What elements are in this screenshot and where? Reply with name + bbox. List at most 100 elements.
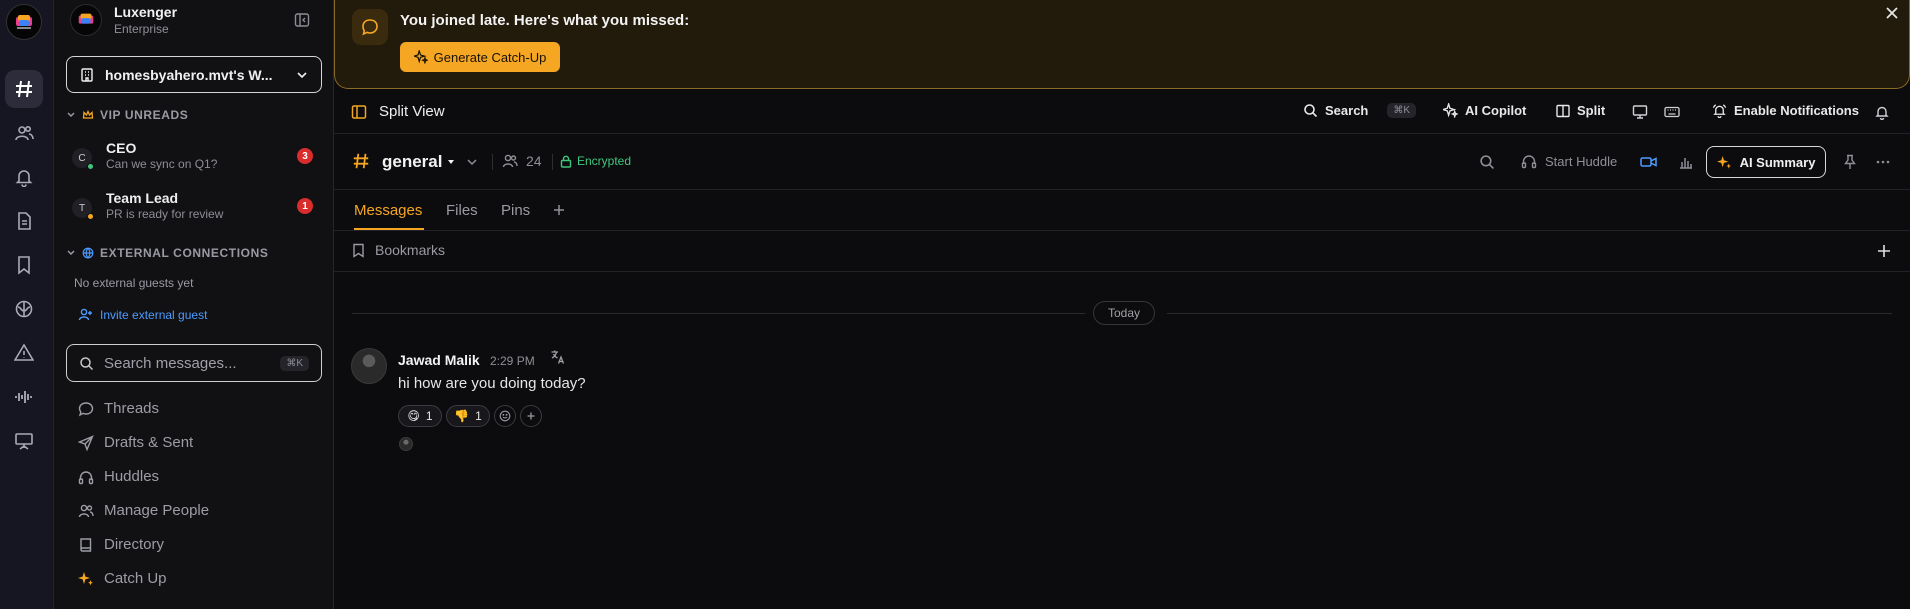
rail-alerts[interactable] [5, 334, 43, 372]
message-avatar[interactable] [351, 348, 387, 384]
search-icon [1304, 104, 1318, 118]
screen-share-button[interactable] [1632, 104, 1648, 120]
banner-title: You joined late. Here's what you missed: [400, 12, 690, 29]
search-placeholder: Search messages... [104, 354, 237, 372]
tab-pins[interactable]: Pins [501, 202, 530, 219]
more-reactions-button[interactable] [520, 405, 542, 427]
bookmarks-button[interactable]: Bookmarks [352, 242, 445, 258]
rail-people[interactable] [5, 114, 43, 152]
ai-summary-label: AI Summary [1739, 154, 1816, 170]
workspace-selector[interactable]: homesbyahero.mvt's W... [66, 56, 322, 93]
columns-icon [1556, 104, 1570, 117]
video-call-button[interactable] [1640, 154, 1657, 170]
app-logo[interactable] [6, 4, 42, 40]
rail-notifications[interactable] [5, 158, 43, 196]
dm-name: Team Lead [106, 190, 179, 206]
bookmark-icon [353, 243, 364, 258]
member-count: 24 [526, 153, 542, 169]
generate-catch-up-button[interactable]: Generate Catch-Up [400, 42, 560, 72]
dm-item-ceo[interactable]: C CEO Can we sync on Q1? 3 [66, 138, 322, 180]
toolbar-search-label: Search [1325, 103, 1369, 118]
nav-drafts-sent[interactable]: Drafts & Sent [78, 434, 193, 451]
close-banner-button[interactable] [1885, 6, 1899, 20]
keyboard-shortcuts-button[interactable] [1664, 104, 1680, 120]
bell-icon [1875, 106, 1889, 120]
sparkles-icon [1716, 155, 1731, 169]
channel-members-button[interactable]: 24 [502, 153, 542, 169]
search-icon [80, 356, 94, 370]
split-button[interactable]: Split [1556, 103, 1605, 118]
bell-ring-icon [1712, 104, 1727, 118]
start-huddle-button[interactable]: Start Huddle [1521, 153, 1617, 169]
analytics-button[interactable] [1678, 154, 1694, 170]
split-view-toggle[interactable]: Split View [351, 103, 445, 120]
translate-button[interactable] [550, 349, 566, 365]
nav-catch-up[interactable]: Catch Up [78, 570, 167, 587]
reaction-emoji: 👎 [454, 409, 470, 423]
start-huddle-label: Start Huddle [1545, 153, 1618, 169]
more-options-button[interactable] [1875, 154, 1891, 170]
plus-icon [527, 412, 535, 420]
channel-search-button[interactable] [1479, 154, 1495, 170]
rail-documents[interactable] [5, 202, 43, 240]
enable-notifications-button[interactable]: Enable Notifications [1712, 103, 1859, 118]
rail-presentations[interactable] [5, 422, 43, 460]
hash-icon [16, 80, 32, 98]
search-messages-input[interactable]: Search messages... ⌘K [66, 344, 322, 382]
search-shortcut: ⌘K [280, 355, 309, 371]
workspace-selector-label: homesbyahero.mvt's W... [105, 66, 273, 83]
rail-bookmarks[interactable] [5, 246, 43, 284]
lock-icon [560, 155, 572, 168]
reaction-thumbs-down[interactable]: 👎 1 [446, 405, 490, 427]
channel-name: general [382, 152, 443, 171]
sidebar-collapse-icon [294, 13, 310, 27]
users-icon [78, 504, 94, 517]
external-empty-text: No external guests yet [74, 276, 194, 290]
reaction-count: 1 [475, 409, 482, 423]
book-icon [80, 537, 92, 552]
ai-copilot-button[interactable]: AI Copilot [1443, 103, 1526, 118]
keyboard-icon [1664, 106, 1680, 118]
tab-messages[interactable]: Messages [354, 202, 422, 219]
nav-label: Catch Up [104, 570, 167, 587]
message-author[interactable]: Jawad Malik [398, 352, 480, 368]
bookmarks-label: Bookmarks [375, 242, 446, 258]
chevron-down-icon [467, 159, 477, 166]
rail-channels[interactable] [5, 70, 43, 108]
dm-preview: PR is ready for review [106, 207, 224, 221]
add-reaction-button[interactable] [494, 405, 516, 427]
notifications-button[interactable] [1874, 104, 1890, 120]
rail-audio[interactable] [5, 378, 43, 416]
document-icon [18, 212, 31, 230]
add-tab-button[interactable] [552, 203, 566, 217]
alert-icon [14, 343, 34, 361]
reaction-count: 1 [425, 409, 433, 423]
search-icon [1480, 155, 1494, 169]
channel-name-button[interactable]: general [382, 152, 456, 172]
dm-item-team-lead[interactable]: T Team Lead PR is ready for review 1 [66, 188, 322, 230]
dm-preview: Can we sync on Q1? [106, 157, 218, 171]
toolbar-search-button[interactable]: Search ⌘K [1303, 103, 1417, 118]
pin-button[interactable] [1843, 154, 1857, 170]
nav-directory[interactable]: Directory [78, 536, 164, 553]
invite-external-guest-link[interactable]: Invite external guest [78, 307, 207, 322]
channel-options-button[interactable] [466, 156, 478, 168]
nav-threads[interactable]: Threads [78, 400, 159, 417]
presentation-icon [15, 433, 33, 450]
add-bookmark-button[interactable] [1876, 243, 1892, 259]
nav-manage-people[interactable]: Manage People [78, 502, 209, 519]
workspace-logo [70, 4, 102, 36]
tab-files[interactable]: Files [446, 202, 478, 219]
ai-copilot-label: AI Copilot [1465, 103, 1527, 118]
reaction-yum[interactable]: 😋 1 [398, 405, 442, 427]
collapse-sidebar-button[interactable] [294, 12, 310, 28]
vip-unreads-header[interactable]: VIP UNREADS [66, 108, 188, 122]
workspace-plan: Enterprise [114, 22, 169, 36]
dm-name: CEO [106, 140, 137, 156]
rail-ai[interactable] [5, 290, 43, 328]
ai-summary-button[interactable]: AI Summary [1706, 146, 1826, 178]
external-connections-header[interactable]: EXTERNAL CONNECTIONS [66, 246, 268, 260]
nav-huddles[interactable]: Huddles [78, 468, 159, 485]
pin-icon [1844, 154, 1856, 169]
bookmark-icon [18, 256, 30, 275]
